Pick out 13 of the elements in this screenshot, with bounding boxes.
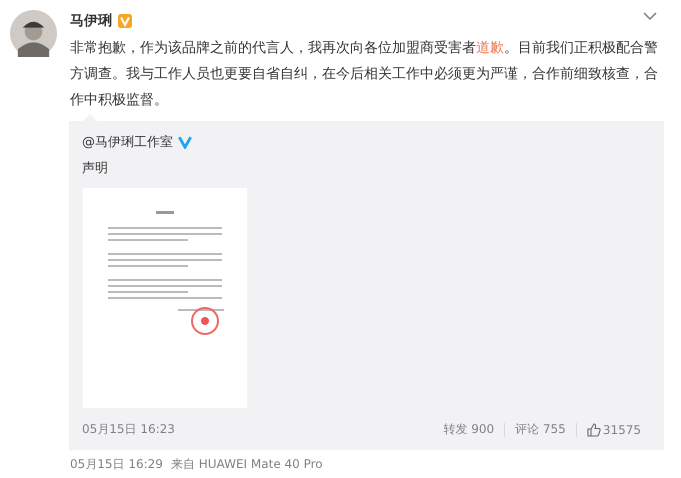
avatar[interactable]: [10, 10, 57, 57]
chevron-down-icon[interactable]: [643, 12, 657, 20]
thumbs-up-icon: [586, 422, 601, 436]
author-name[interactable]: 马伊琍: [70, 12, 112, 30]
post-text: 非常抱歉，作为该品牌之前的代言人，我再次向各位加盟商受害者道歉。目前我们正积极配合警方调查。我与工作人员也更要自省自纠，在今后相关工作中必须更为严谨，合作前细致核查，合作中积极监督。: [70, 39, 659, 110]
post-time[interactable]: 05月15日 16:29: [70, 456, 163, 473]
post-time[interactable]: 05月15日 16:23: [82, 421, 175, 438]
like-button[interactable]: 31575: [586, 422, 641, 436]
post-source[interactable]: 来自 HUAWEI Mate 40 Pro: [170, 456, 323, 473]
repost-button[interactable]: 转发 900: [443, 421, 494, 438]
repost-text: 声明: [82, 160, 109, 177]
repost-author[interactable]: @马伊琍工作室: [82, 133, 173, 151]
comment-button[interactable]: 评论 755: [515, 421, 566, 438]
